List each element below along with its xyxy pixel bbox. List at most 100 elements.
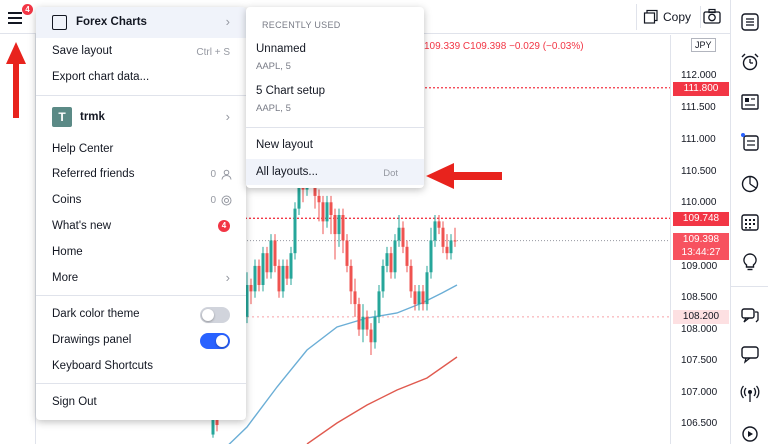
candle-body xyxy=(389,253,393,273)
candle-body xyxy=(405,246,409,266)
menu-item-referred-friends[interactable]: Referred friends xyxy=(52,168,134,180)
candle-body xyxy=(329,202,333,215)
candle-body xyxy=(365,316,369,330)
currency-label[interactable]: JPY xyxy=(691,38,716,52)
candle-body xyxy=(325,202,329,222)
price-tick: 106.500 xyxy=(681,418,718,429)
chevron-right-icon: › xyxy=(225,14,230,29)
candle-body xyxy=(393,240,397,273)
candle-body xyxy=(429,240,433,273)
candle-body xyxy=(373,316,377,343)
menu-item-dark-theme[interactable]: Dark color theme xyxy=(52,308,140,320)
submenu-divider xyxy=(246,127,424,128)
candle-body xyxy=(281,265,285,292)
price-label-low: 108.200 xyxy=(673,310,729,324)
menu-item-home[interactable]: Home xyxy=(52,246,83,258)
candle-body xyxy=(425,272,429,305)
menu-item-new-layout[interactable]: New layout xyxy=(256,139,313,151)
chat-bubbles-icon[interactable] xyxy=(740,306,760,326)
layout-icon xyxy=(52,15,67,30)
candle-body xyxy=(369,329,373,343)
layouts-submenu: RECENTLY USED Unnamed AAPL, 5 5 Chart se… xyxy=(246,7,424,188)
candle-body xyxy=(321,202,325,222)
ohlc-readout: 109.339 C109.398 −0.029 (−0.03%) xyxy=(424,41,584,52)
candle-body xyxy=(253,265,257,292)
candle-body xyxy=(345,240,349,266)
menu-item-more[interactable]: More xyxy=(52,272,78,284)
drawings-panel-toggle[interactable] xyxy=(200,333,230,349)
candle-body xyxy=(293,208,297,254)
price-label-high: 111.800 xyxy=(673,82,729,96)
price-tick: 110.000 xyxy=(681,197,717,208)
candle-body xyxy=(385,253,389,266)
price-axis[interactable]: JPY 112.000 111.800 111.500 111.000 110.… xyxy=(670,35,730,444)
price-tick: 108.000 xyxy=(681,324,718,335)
all-layouts-shortcut: Dot xyxy=(383,168,398,179)
candle-body xyxy=(257,265,261,285)
sidebar-divider xyxy=(731,286,768,287)
moving-average-slow xyxy=(306,356,458,445)
dark-theme-toggle[interactable] xyxy=(200,307,230,323)
copy-icon xyxy=(643,9,658,24)
news-icon[interactable] xyxy=(740,92,760,112)
chat-icon[interactable] xyxy=(740,344,760,364)
candle-body xyxy=(265,253,269,273)
candle-body xyxy=(349,265,353,292)
menu-item-user[interactable]: trmk xyxy=(80,111,105,123)
menu-item-coins[interactable]: Coins xyxy=(52,194,81,206)
candle-body xyxy=(449,240,453,254)
candle-body xyxy=(397,227,401,241)
candle-body xyxy=(317,195,321,203)
chevron-right-icon: › xyxy=(225,109,230,124)
candle-body xyxy=(377,291,381,317)
candle-body xyxy=(289,253,293,279)
alarm-clock-icon[interactable] xyxy=(740,52,760,72)
ideas-list-icon[interactable] xyxy=(740,132,760,152)
candle-body xyxy=(269,240,273,273)
lightbulb-icon[interactable] xyxy=(740,252,760,272)
menu-item-whats-new[interactable]: What's new xyxy=(52,220,111,232)
countdown-label: 13:44:27 xyxy=(673,246,729,260)
annotation-arrow-left xyxy=(426,163,502,189)
menu-notification-badge: 4 xyxy=(22,4,33,15)
candle-body xyxy=(433,221,437,241)
candle-body xyxy=(353,291,357,305)
candle-body xyxy=(277,265,281,292)
play-circle-icon[interactable] xyxy=(740,424,760,444)
menu-item-export-data[interactable]: Export chart data... xyxy=(52,71,149,83)
coin-icon xyxy=(221,195,232,206)
calendar-icon[interactable] xyxy=(740,212,760,232)
recent-layout-subtitle: AAPL, 5 xyxy=(256,61,291,72)
broadcast-icon[interactable] xyxy=(740,384,760,404)
price-label-current: 109.398 xyxy=(673,233,729,247)
coins-count: 0 xyxy=(210,195,216,206)
menu-divider xyxy=(36,95,246,96)
candle-body xyxy=(381,265,385,292)
layout-name[interactable]: Forex Charts xyxy=(76,16,147,28)
menu-item-keyboard-shortcuts[interactable]: Keyboard Shortcuts xyxy=(52,360,153,372)
price-tick: 111.500 xyxy=(681,102,716,113)
candle-body xyxy=(341,215,345,241)
pie-chart-icon[interactable] xyxy=(740,174,760,194)
candle-body xyxy=(417,291,421,305)
price-tick: 107.500 xyxy=(681,355,718,366)
snapshot-button[interactable] xyxy=(700,6,724,28)
menu-item-help-center[interactable]: Help Center xyxy=(52,143,113,155)
menu-item-drawings-panel[interactable]: Drawings panel xyxy=(52,334,131,346)
moving-average-fast xyxy=(225,284,458,447)
candle-body xyxy=(401,227,405,247)
menu-item-save-layout[interactable]: Save layout xyxy=(52,45,112,57)
copy-button[interactable]: Copy xyxy=(636,4,696,30)
save-shortcut: Ctrl + S xyxy=(196,47,230,58)
menu-item-all-layouts[interactable]: All layouts... xyxy=(256,166,318,178)
price-tick: 109.000 xyxy=(681,261,718,272)
price-tick: 110.500 xyxy=(681,166,717,177)
candle-body xyxy=(337,215,341,235)
recent-layout-title: Unnamed xyxy=(256,43,306,55)
watchlist-icon[interactable] xyxy=(740,12,760,32)
menu-item-sign-out[interactable]: Sign Out xyxy=(52,396,97,408)
candle-body xyxy=(357,304,361,330)
annotation-arrow-up xyxy=(6,42,26,118)
candle-body xyxy=(249,285,253,292)
candle-body xyxy=(441,227,445,247)
